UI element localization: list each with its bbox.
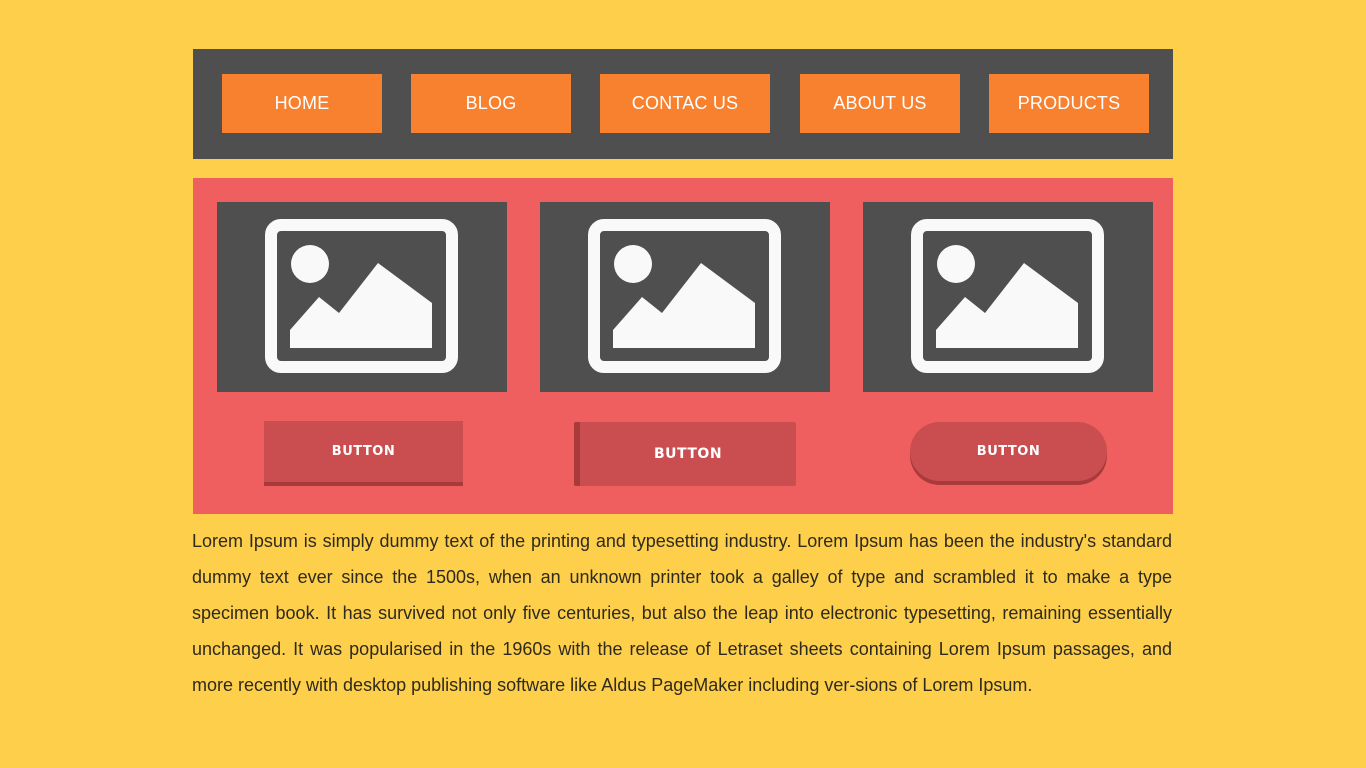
image-placeholder-2 bbox=[540, 202, 830, 392]
image-placeholder-1 bbox=[217, 202, 507, 392]
image-placeholder-3 bbox=[863, 202, 1153, 392]
gallery-panel: BUTTON BUTTON BUTTON bbox=[193, 178, 1173, 514]
nav-contact-button[interactable]: CONTAC US bbox=[600, 74, 770, 133]
body-paragraph: Lorem Ipsum is simply dummy text of the … bbox=[192, 531, 1172, 695]
image-placeholder-icon bbox=[265, 219, 458, 373]
nav-blog-button[interactable]: BLOG bbox=[411, 74, 571, 133]
button-left-border[interactable]: BUTTON bbox=[574, 422, 796, 486]
top-navigation: HOME BLOG CONTAC US ABOUT US PRODUCTS bbox=[193, 49, 1173, 159]
nav-products-button[interactable]: PRODUCTS bbox=[989, 74, 1149, 133]
nav-about-button[interactable]: ABOUT US bbox=[800, 74, 960, 133]
image-placeholder-icon bbox=[588, 219, 781, 373]
button-pill[interactable]: BUTTON bbox=[910, 422, 1107, 481]
nav-home-button[interactable]: HOME bbox=[222, 74, 382, 133]
image-placeholder-icon bbox=[911, 219, 1104, 373]
button-flat[interactable]: BUTTON bbox=[264, 421, 463, 482]
